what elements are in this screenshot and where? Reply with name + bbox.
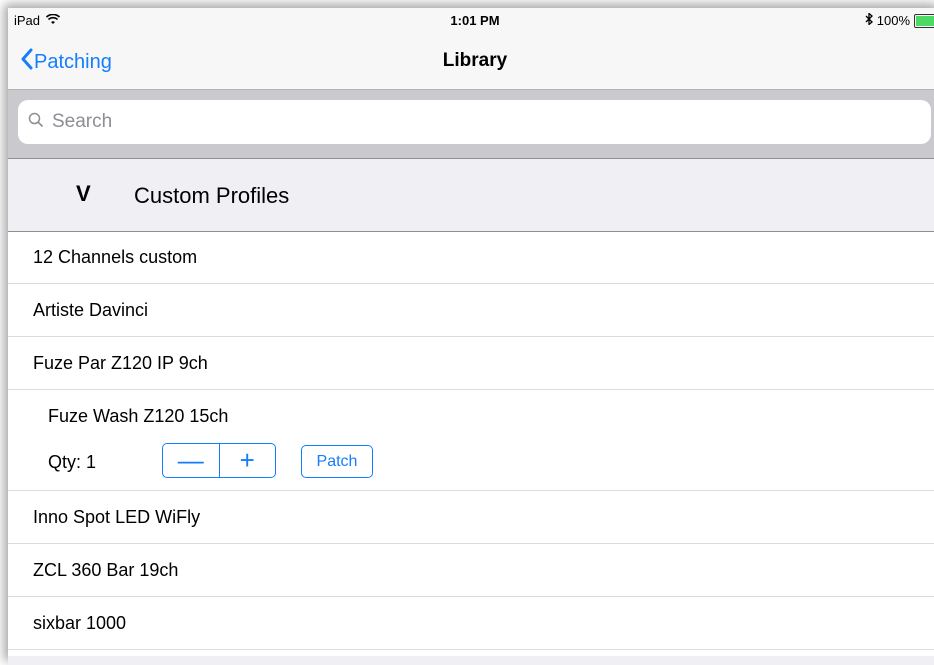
battery-icon bbox=[914, 13, 934, 28]
quantity-label: Qty: 1 bbox=[48, 452, 97, 472]
app-window: iPad 1:01 PM 100% Patching Library Searc… bbox=[8, 8, 934, 665]
status-bar: iPad 1:01 PM 100% bbox=[8, 8, 934, 34]
list-item-label: Artiste Davinci bbox=[33, 299, 149, 320]
list-item-label: Inno Spot LED WiFly bbox=[33, 506, 201, 527]
list-item-expanded[interactable]: Fuze Wash Z120 15ch Qty: 1 — + Patch bbox=[8, 390, 934, 491]
list-item-label: sixbar 1000 bbox=[33, 612, 127, 633]
profile-list: 12 Channels custom Artiste Davinci Fuze … bbox=[8, 231, 934, 650]
list-item[interactable]: Artiste Davinci bbox=[8, 284, 934, 337]
list-item[interactable]: ZCL 360 Bar 19ch bbox=[8, 544, 934, 597]
list-item-label: 12 Channels custom bbox=[33, 246, 198, 267]
navigation-bar: Patching Library bbox=[8, 34, 934, 90]
list-item[interactable]: Fuze Par Z120 IP 9ch bbox=[8, 337, 934, 390]
list-item-label: Fuze Par Z120 IP 9ch bbox=[33, 352, 208, 373]
list-item[interactable]: Inno Spot LED WiFly bbox=[8, 491, 934, 544]
section-header-custom-profiles[interactable]: V Custom Profiles bbox=[8, 158, 934, 232]
collapse-toggle[interactable]: V bbox=[76, 181, 91, 207]
status-time: 1:01 PM bbox=[450, 13, 500, 28]
list-item[interactable]: sixbar 1000 bbox=[8, 597, 934, 650]
battery-percent: 100% bbox=[876, 13, 910, 28]
section-title: Custom Profiles bbox=[134, 183, 290, 208]
patch-button[interactable]: Patch bbox=[301, 445, 373, 478]
quantity-stepper[interactable]: — + bbox=[162, 443, 276, 478]
search-input[interactable] bbox=[50, 110, 914, 134]
bluetooth-icon bbox=[865, 12, 873, 28]
search-field[interactable] bbox=[18, 100, 931, 144]
decrement-button[interactable]: — bbox=[163, 444, 220, 477]
list-item-label: Fuze Wash Z120 15ch bbox=[48, 406, 229, 426]
status-right: 100% bbox=[865, 12, 934, 28]
list-item[interactable]: 12 Channels custom bbox=[8, 231, 934, 284]
battery-fill bbox=[916, 15, 934, 26]
list-footer bbox=[8, 656, 934, 665]
list-item-label: ZCL 360 Bar 19ch bbox=[33, 559, 179, 580]
page-title: Library bbox=[442, 50, 508, 71]
search-bar bbox=[8, 90, 934, 158]
increment-button[interactable]: + bbox=[220, 444, 276, 477]
search-icon bbox=[28, 112, 44, 133]
